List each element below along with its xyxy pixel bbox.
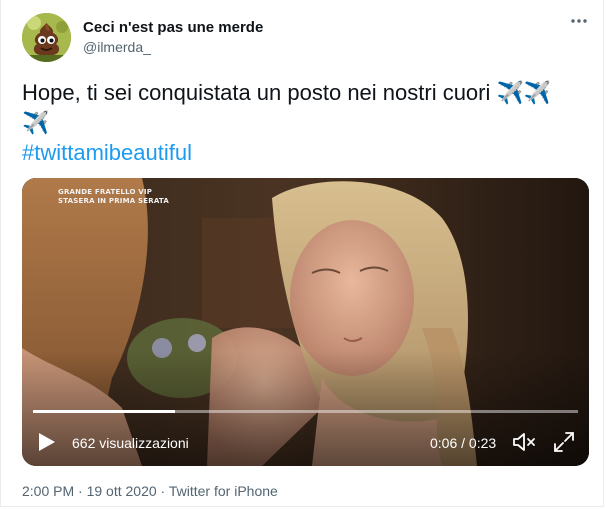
display-name[interactable]: Ceci n'est pas une merde [83,19,263,36]
avatar[interactable] [22,13,71,62]
more-icon[interactable] [569,14,589,28]
watermark-line-2: STASERA IN PRIMA SERATA [58,197,169,205]
tweet-time[interactable]: 2:00 PM [22,483,74,499]
tweet-text: Hope, ti sei conquistata un posto nei no… [22,78,592,138]
tweet-footer: 2:00 PM · 19 ott 2020 · Twitter for iPho… [22,483,278,499]
airplane-emoji: ✈️ [22,110,50,135]
tweet-body: Hope, ti sei conquistata un posto nei no… [22,80,497,105]
video-player[interactable]: GRANDE FRATELLO VIP STASERA IN PRIMA SER… [22,178,589,466]
tweet-source[interactable]: Twitter for iPhone [169,483,278,499]
hashtag-link[interactable]: #twittamibeautiful [22,140,192,166]
video-frame [22,178,589,466]
footer-separator: · [160,483,166,499]
airplane-emoji: ✈️✈️ [496,80,552,105]
video-progress-fill [33,410,175,413]
fullscreen-icon[interactable] [553,431,575,453]
view-count: 662 visualizzazioni [72,435,189,451]
video-progress-bar[interactable] [33,410,578,413]
footer-separator: · [78,483,83,499]
video-time: 0:06 / 0:23 [430,435,497,451]
video-watermark: GRANDE FRATELLO VIP STASERA IN PRIMA SER… [58,188,169,206]
watermark-line-1: GRANDE FRATELLO VIP [58,188,153,196]
tweet-card: Ceci n'est pas une merde @ilmerda_ Hope,… [0,0,604,507]
tweet-date[interactable]: 19 ott 2020 [87,483,157,499]
volume-icon[interactable] [512,431,536,453]
user-handle[interactable]: @ilmerda_ [83,39,151,55]
play-icon[interactable] [38,432,56,452]
